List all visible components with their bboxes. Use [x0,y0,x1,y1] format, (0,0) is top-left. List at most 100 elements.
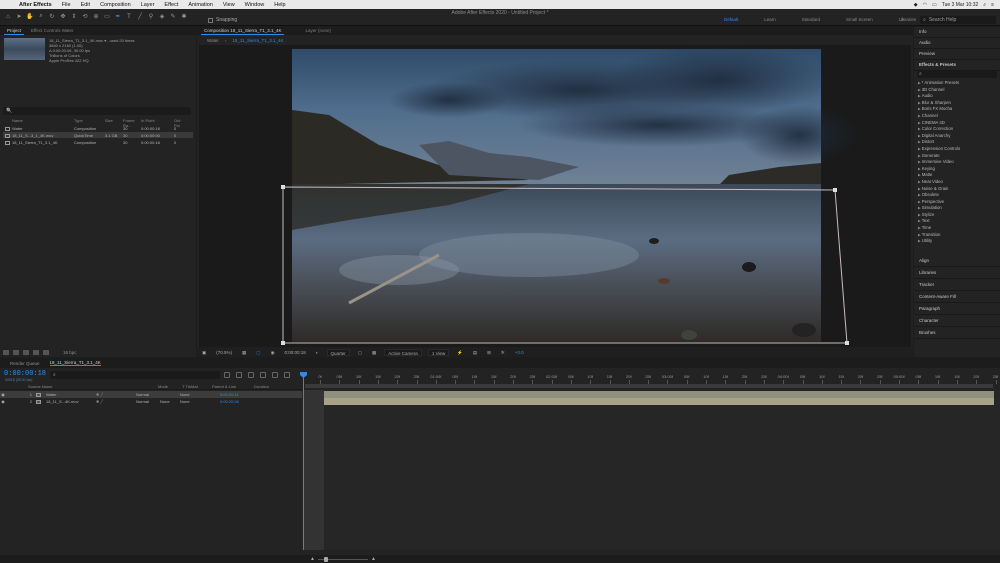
effect-category[interactable]: ▶Channel [918,113,998,120]
hand-tool-icon[interactable]: ✋ [26,12,34,21]
effect-category[interactable]: ▶Color Correction [918,126,998,133]
effect-category[interactable]: ▶Neat Video [918,179,998,186]
panel-character[interactable]: Character [914,316,1000,327]
effect-category[interactable]: ▶Distort [918,139,998,146]
timeline-layer-row[interactable]: ◉ 1 Water ✱ ╱ Normal None 0:00:20:11 [0,391,302,398]
bit-depth-button[interactable]: 16 bpc [63,350,77,355]
workspace-small-screen[interactable]: Small Screen [846,17,873,22]
menu-help[interactable]: Help [269,2,290,8]
tab-composition[interactable]: Composition 18_11_Sierra_T1_3.1_4K [201,27,285,35]
mask-vertex[interactable] [281,185,285,189]
panel-brushes[interactable]: Brushes [914,328,1000,339]
tab-render-queue[interactable]: Render Queue [10,361,40,366]
workspace-more-button[interactable]: » [901,17,904,23]
puppet-pin-tool-icon[interactable]: ✱ [180,12,188,21]
workspace-learn[interactable]: Learn [764,17,776,22]
column-out-point[interactable]: Out Poi [174,118,184,128]
layer-switches[interactable]: ✱ ╱ [96,399,136,404]
layer-parent-dropdown[interactable]: None [180,392,220,397]
panel-paragraph[interactable]: Paragraph [914,304,1000,315]
panel-libraries[interactable]: Libraries [914,268,1000,279]
menu-app[interactable]: After Effects [14,2,57,8]
effect-category[interactable]: ▶Boris FX Mocha [918,106,998,113]
tab-timeline-comp[interactable]: 18_11_Sierra_T1_3.1_4K [49,360,101,366]
panel-effects-presets[interactable]: Effects & Presets [914,60,1000,71]
mask-vertex[interactable] [845,341,849,345]
menu-view[interactable]: View [218,2,240,8]
effect-category[interactable]: ▶* Animation Presets [918,80,998,87]
work-area-bar[interactable] [305,384,993,388]
new-composition-icon[interactable] [23,350,29,355]
timeline-icon[interactable]: ▤ [471,349,479,356]
workspace-standard[interactable]: Standard [802,17,820,22]
rotation-tool-icon[interactable]: ⟲ [81,12,89,21]
column-trkmat[interactable]: T TrkMat [182,384,212,389]
menu-window[interactable]: Window [240,2,270,8]
effect-category[interactable]: ▶Transition [918,232,998,239]
layer-name[interactable]: 18_11_S...4K.mov [34,399,96,404]
layer-parent-dropdown[interactable]: None [180,399,220,404]
mask-vertex[interactable] [833,188,837,192]
reset-exposure-icon[interactable]: ✲ [499,349,507,356]
column-duration[interactable]: Duration [254,384,284,389]
menu-animation[interactable]: Animation [183,2,217,8]
panel-preview[interactable]: Preview [914,49,1000,60]
effect-category[interactable]: ▶CINEMA 4D [918,120,998,127]
zoom-in-icon[interactable]: ▲ [371,556,376,562]
effect-category[interactable]: ▶Audio [918,93,998,100]
fast-previews-icon[interactable]: ⚡ [455,349,465,356]
wifi-icon[interactable]: ◠ [923,2,927,8]
column-in-point[interactable]: In Point [141,118,174,124]
zoom-out-icon[interactable]: ▲ [310,556,315,562]
project-search-input[interactable]: 🔍 [3,107,191,115]
effect-category[interactable]: ▶Digital Anarchy [918,133,998,140]
exposure-value[interactable]: +0.0 [513,349,526,356]
column-frame-rate[interactable]: Frame Ra... [123,118,141,128]
clone-stamp-tool-icon[interactable]: ⚲ [147,12,155,21]
visibility-eye-icon[interactable]: ◉ [0,392,6,397]
current-time-display[interactable]: 0:00:00:18 [283,349,308,356]
effect-category[interactable]: ▶Noise & Grain [918,186,998,193]
resolution-dropdown[interactable]: Quarter [326,348,350,356]
layer-mode-dropdown[interactable]: Normal [136,399,160,404]
frame-blending-icon[interactable] [260,372,266,378]
layer-track-area[interactable] [302,390,1000,550]
anchor-point-tool-icon[interactable]: ⊕ [92,12,100,21]
layer-duration-bar[interactable] [304,391,994,398]
timeline-zoom-slider[interactable]: ▲ ▲ [310,556,376,562]
new-folder-icon[interactable] [13,350,19,355]
shy-layers-icon[interactable] [248,372,254,378]
project-item-row[interactable]: 18_11_S...3_1_4K.mov QuickTime 3.1 GB 30… [3,132,193,138]
menu-effect[interactable]: Effect [159,2,183,8]
effect-category[interactable]: ▶Perspective [918,199,998,206]
menu-layer[interactable]: Layer [136,2,160,8]
home-icon[interactable]: ⌂ [4,12,12,21]
dropbox-icon[interactable]: ◆ [914,2,918,8]
snapping-checkbox[interactable] [208,17,213,23]
menu-edit[interactable]: Edit [76,2,95,8]
workspace-default[interactable]: Default [724,17,738,22]
battery-icon[interactable]: ▭ [932,2,937,8]
panel-audio[interactable]: Audio [914,38,1000,49]
always-preview-icon[interactable]: ▣ [200,349,208,356]
layer-name[interactable]: Water [34,392,96,397]
viewer-zoom-dropdown[interactable]: (70.5%) [214,349,234,356]
graph-editor-icon[interactable] [284,372,290,378]
timeline-search-input[interactable]: ⌕ [50,371,220,379]
timeline-current-time[interactable]: 0:00:00:18 [4,370,46,378]
effect-category[interactable]: ▶Simulation [918,205,998,212]
column-size[interactable]: Size [105,118,123,124]
type-tool-icon[interactable]: T [125,12,133,21]
rectangle-tool-icon[interactable]: ▭ [103,12,111,21]
eraser-tool-icon[interactable]: ◈ [158,12,166,21]
transparency-grid-icon[interactable]: ▩ [370,349,378,356]
draft-3d-icon[interactable] [236,372,242,378]
motion-blur-icon[interactable] [272,372,278,378]
menu-file[interactable]: File [57,2,76,8]
zoom-knob[interactable] [324,557,328,562]
effect-category[interactable]: ▶Time [918,225,998,232]
roto-brush-tool-icon[interactable]: ✎ [169,12,177,21]
panel-align[interactable]: Align [914,256,1000,267]
interpret-footage-icon[interactable] [3,350,9,355]
effect-category[interactable]: ▶Matte [918,172,998,179]
